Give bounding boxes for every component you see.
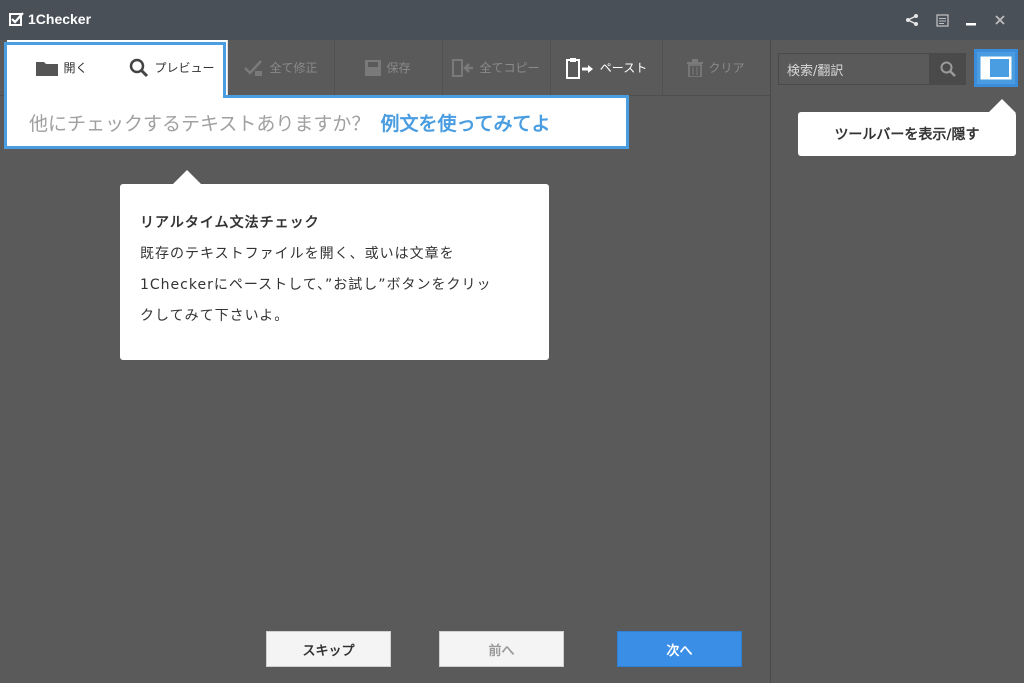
magnifier-icon <box>129 58 149 78</box>
previous-button[interactable]: 前へ <box>439 631 564 667</box>
sample-text-link[interactable]: 例文を使ってみてよ <box>380 109 550 136</box>
clear-button[interactable]: クリア <box>662 40 770 95</box>
save-label: 保存 <box>386 61 411 75</box>
checkbox-logo-icon <box>9 12 24 26</box>
copy-icon <box>452 58 474 77</box>
tooltip-line: クしてみて下さいよ。 <box>140 308 290 324</box>
paste-label: ペースト <box>599 61 648 75</box>
toggle-tooltip: ツールバーを表示/隠す <box>798 112 1016 156</box>
share-icon[interactable] <box>902 10 922 30</box>
next-button[interactable]: 次へ <box>617 631 742 667</box>
tooltip-line: 既存のテキストファイルを開く、或いは文章を <box>140 246 455 262</box>
paste-icon <box>565 57 595 79</box>
previous-label: 前へ <box>488 643 515 659</box>
preview-label: プレビュー <box>154 61 215 75</box>
copy-all-button[interactable]: 全てコピー <box>442 40 551 95</box>
tooltip-arrow <box>988 99 1016 113</box>
open-button[interactable]: 開く <box>7 40 118 95</box>
sidebar-toggle-icon <box>980 56 1012 80</box>
hint-banner: 他にチェックするテキストありますか？ 例文を使ってみてよ <box>4 95 629 149</box>
clear-label: クリア <box>708 61 745 75</box>
toolbar: 開く プレビュー 全て修正 保存 全てコピー ペースト クリア <box>0 40 770 96</box>
search-placeholder: 検索/翻訳 <box>787 63 844 79</box>
skip-button[interactable]: スキップ <box>266 631 391 667</box>
save-icon <box>365 59 382 76</box>
hint-text: 他にチェックするテキストありますか？ <box>29 112 371 135</box>
minimize-icon[interactable] <box>961 10 981 30</box>
skip-label: スキップ <box>302 643 355 659</box>
trash-icon <box>687 58 704 77</box>
search-button[interactable] <box>930 53 966 85</box>
save-button[interactable]: 保存 <box>334 40 443 95</box>
title-bar: 1Checker <box>0 0 1024 40</box>
folder-icon <box>36 60 59 76</box>
toggle-tooltip-text: ツールバーを表示/隠す <box>834 127 980 143</box>
tooltip-line: 1Checkerにペーストして、”お試し”ボタンをクリッ <box>140 277 492 293</box>
copy-all-label: 全てコピー <box>479 61 540 75</box>
realtime-check-tooltip: リアルタイム文法チェック 既存のテキストファイルを開く、或いは文章を 1Chec… <box>120 184 549 360</box>
app-title: 1Checker <box>28 11 92 27</box>
check-all-icon <box>244 59 264 77</box>
fix-all-label: 全て修正 <box>269 61 318 75</box>
next-label: 次へ <box>666 643 693 659</box>
banner-connector <box>7 93 223 99</box>
toggle-toolbar-button[interactable] <box>974 49 1018 87</box>
fix-all-button[interactable]: 全て修正 <box>228 40 335 95</box>
open-label: 開く <box>63 61 88 75</box>
paste-button[interactable]: ペースト <box>550 40 663 95</box>
tooltip-title: リアルタイム文法チェック <box>140 215 320 231</box>
notes-icon[interactable] <box>932 10 952 30</box>
close-icon[interactable] <box>990 10 1010 30</box>
search-icon <box>940 61 956 77</box>
preview-button[interactable]: プレビュー <box>117 40 228 95</box>
search-input[interactable]: 検索/翻訳 <box>778 53 930 85</box>
